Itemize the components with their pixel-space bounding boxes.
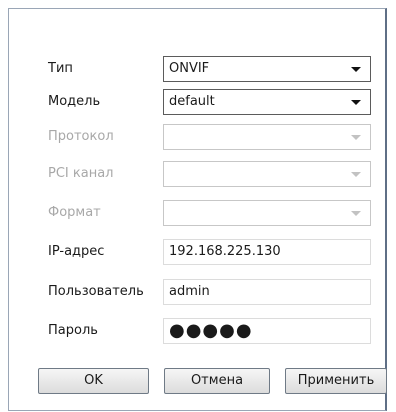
password-label: Пароль [48, 323, 98, 338]
pci-channel-label: PCI канал [48, 166, 114, 181]
password-input[interactable]: ●●●●● [163, 318, 371, 344]
chevron-down-icon [351, 67, 361, 72]
user-value: admin [169, 284, 210, 299]
model-select[interactable]: default [163, 89, 371, 115]
chevron-down-icon [351, 100, 361, 105]
model-select-value: default [169, 94, 215, 109]
type-select[interactable]: ONVIF [163, 56, 371, 82]
ok-button[interactable]: OK [38, 368, 149, 394]
ip-address-input[interactable]: 192.168.225.130 [163, 239, 371, 265]
model-label: Модель [48, 94, 101, 109]
ip-address-value: 192.168.225.130 [169, 244, 281, 259]
ip-address-label: IP-адрес [48, 244, 105, 259]
chevron-down-icon [351, 135, 361, 140]
user-input[interactable]: admin [163, 279, 371, 305]
apply-button[interactable]: Применить [285, 368, 387, 394]
type-select-value: ONVIF [169, 61, 210, 76]
pci-channel-select[interactable] [163, 161, 371, 187]
format-label: Формат [48, 205, 101, 220]
chevron-down-icon [351, 211, 361, 216]
user-label: Пользователь [48, 284, 144, 299]
protocol-label: Протокол [48, 129, 114, 144]
protocol-select[interactable] [163, 124, 371, 150]
type-label: Тип [48, 61, 73, 76]
cancel-button[interactable]: Отмена [164, 368, 270, 394]
password-mask: ●●●●● [169, 320, 253, 341]
chevron-down-icon [351, 172, 361, 177]
format-select[interactable] [163, 200, 371, 226]
